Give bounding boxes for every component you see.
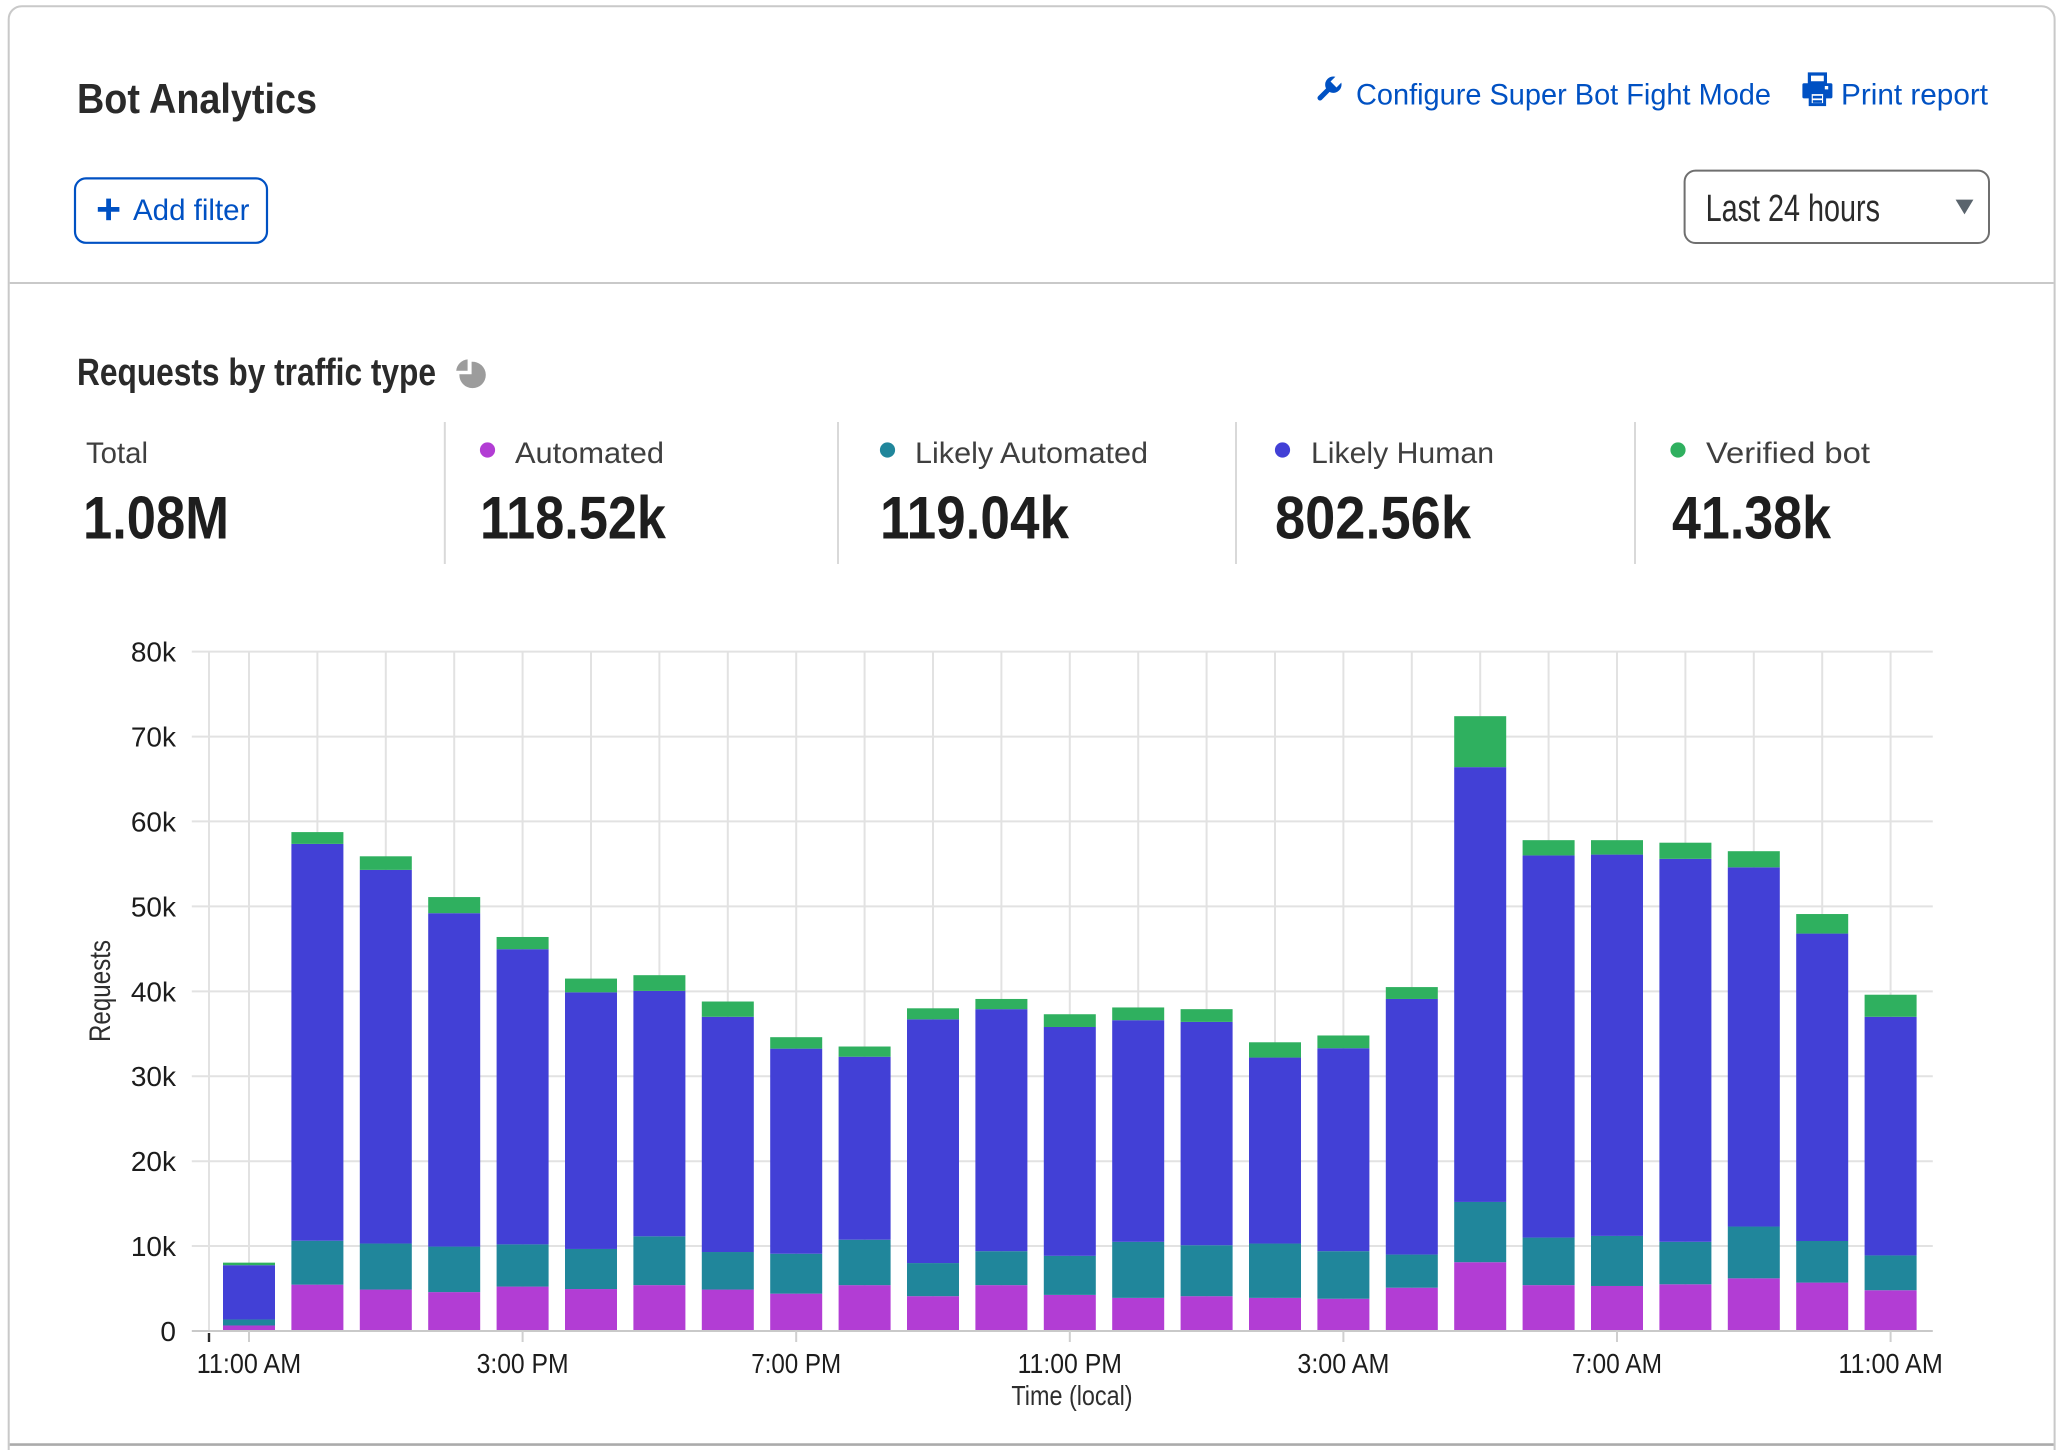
svg-text:Add filter: Add filter — [133, 194, 249, 227]
svg-text:119.04k: 119.04k — [880, 484, 1070, 551]
svg-text:Likely Human: Likely Human — [1311, 437, 1494, 470]
svg-text:Verified bot: Verified bot — [1706, 437, 1871, 470]
svg-text:Bot Analytics: Bot Analytics — [77, 75, 317, 122]
svg-text:10k: 10k — [131, 1231, 177, 1262]
svg-text:0: 0 — [160, 1316, 176, 1347]
svg-text:40k: 40k — [131, 976, 177, 1007]
svg-text:11:00 PM: 11:00 PM — [1018, 1348, 1122, 1379]
svg-text:11:00 AM: 11:00 AM — [197, 1348, 301, 1379]
svg-text:7:00 AM: 7:00 AM — [1572, 1348, 1662, 1379]
svg-text:118.52k: 118.52k — [480, 484, 667, 551]
svg-text:60k: 60k — [131, 806, 177, 837]
svg-text:Total: Total — [86, 437, 148, 470]
svg-text:Last 24 hours: Last 24 hours — [1706, 188, 1880, 230]
svg-text:3:00 PM: 3:00 PM — [477, 1348, 569, 1379]
svg-text:Print report: Print report — [1841, 79, 1989, 112]
svg-text:7:00 PM: 7:00 PM — [751, 1348, 841, 1379]
svg-text:Likely Automated: Likely Automated — [915, 437, 1148, 470]
svg-text:50k: 50k — [131, 891, 177, 922]
svg-text:3:00 AM: 3:00 AM — [1297, 1348, 1389, 1379]
svg-text:20k: 20k — [131, 1146, 177, 1177]
svg-text:1.08M: 1.08M — [83, 484, 229, 551]
svg-text:30k: 30k — [131, 1061, 177, 1092]
svg-text:80k: 80k — [131, 637, 177, 668]
svg-text:Time (local): Time (local) — [1011, 1380, 1132, 1411]
svg-text:802.56k: 802.56k — [1275, 484, 1472, 551]
svg-text:Requests: Requests — [84, 940, 117, 1042]
svg-text:41.38k: 41.38k — [1672, 484, 1832, 551]
svg-text:Configure Super Bot Fight Mode: Configure Super Bot Fight Mode — [1356, 79, 1771, 112]
svg-text:70k: 70k — [131, 722, 177, 753]
svg-text:Automated: Automated — [515, 437, 664, 470]
svg-text:11:00 AM: 11:00 AM — [1838, 1348, 1942, 1379]
svg-text:Requests by traffic type: Requests by traffic type — [77, 352, 436, 394]
